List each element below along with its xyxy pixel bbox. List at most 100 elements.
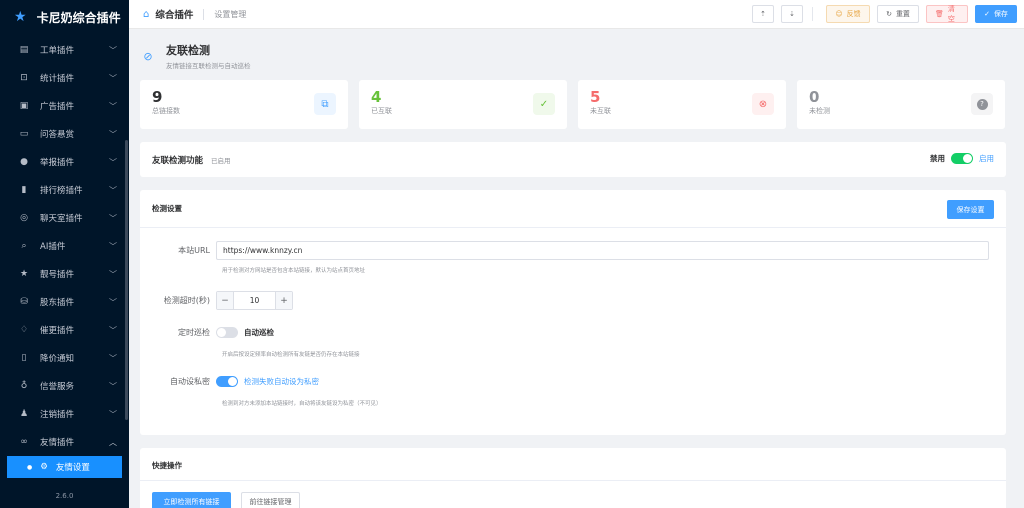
clear-button[interactable]: 🗑 清空 xyxy=(926,5,968,23)
patrol-help: 开启后按设定频率自动检测所有友链是否仍存在本站链接 xyxy=(222,352,360,358)
stat-card-linked: 4 已互联 ✓ xyxy=(359,80,567,129)
sidebar-item-label: 举报插件 xyxy=(40,158,75,168)
star-icon: ★ xyxy=(19,269,29,279)
stat-label: 总链接数 xyxy=(152,107,180,115)
detection-settings-card: 检测设置 保存设置 本站URL https://www.knnzy.cn 用于检… xyxy=(140,190,1006,435)
coins-icon: ⛁ xyxy=(20,297,28,307)
save-settings-button[interactable]: 保存设置 xyxy=(947,200,994,219)
auto-private-switch[interactable] xyxy=(216,376,238,387)
enable-label[interactable]: 启用 xyxy=(979,153,994,164)
page-subtitle: 友情链接互联检测与自动巡检 xyxy=(166,62,251,70)
page-title: 友联检测 xyxy=(166,44,210,57)
sidebar-item[interactable]: ▯ 降价通知 ﹀ xyxy=(0,344,129,372)
check-icon: ✓ xyxy=(984,10,990,18)
sidebar-item-label: 统计插件 xyxy=(40,74,75,84)
export-button[interactable]: ⇣ xyxy=(781,5,803,23)
auto-patrol-switch[interactable] xyxy=(216,327,238,338)
sidebar-item[interactable]: ♁ 信誉服务 ﹀ xyxy=(0,372,129,400)
sidebar-item[interactable]: ♟ 注销插件 ﹀ xyxy=(0,400,129,428)
reset-label: 重置 xyxy=(895,10,910,18)
toolbar-divider xyxy=(812,7,813,21)
chevron-up-icon: ︿ xyxy=(109,437,117,447)
sidebar-item-label: 排行榜插件 xyxy=(40,186,83,196)
auto-patrol-label: 自动巡检 xyxy=(244,328,274,337)
divider xyxy=(140,480,1006,481)
quick-actions-title: 快捷操作 xyxy=(152,461,182,470)
sidebar-menu: ▤ 工单插件 ﹀ ⊡ 统计插件 ﹀ ▣ 广告插件 ﹀ ▭ 问答悬赏 ﹀ ● 举报插件 ﹀ ▮ 排行榜插件 ﹀ ◎ 聊天… xyxy=(0,36,129,456)
sidebar-item-label: 股东插件 xyxy=(40,298,75,308)
sidebar-item-label: 工单插件 xyxy=(40,46,75,56)
sidebar-item-label: 问答悬赏 xyxy=(40,130,75,140)
sidebar-item[interactable]: ▭ 问答悬赏 ﹀ xyxy=(0,120,129,148)
goto-link-manage-button[interactable]: 前往链接管理 xyxy=(241,492,300,508)
download-icon: ⇣ xyxy=(789,10,795,18)
sidebar-item[interactable]: ▤ 工单插件 ﹀ xyxy=(0,36,129,64)
timeout-value[interactable]: 10 xyxy=(234,296,275,305)
sidebar-item[interactable]: ♢ 催更插件 ﹀ xyxy=(0,316,129,344)
stat-label: 未互联 xyxy=(590,107,611,115)
image-icon: ▣ xyxy=(19,101,29,111)
sidebar-item-label: 信誉服务 xyxy=(40,382,75,392)
save-label: 保存 xyxy=(993,10,1008,18)
link-icon: ∞ xyxy=(20,437,28,447)
sidebar-item[interactable]: ⌕ AI插件 ﹀ xyxy=(0,232,129,260)
import-button[interactable]: ⇡ xyxy=(752,5,774,23)
chevron-down-icon: ﹀ xyxy=(109,269,117,279)
clear-label: 清空 xyxy=(947,5,955,23)
chevron-down-icon: ﹀ xyxy=(109,185,117,195)
feedback-icon: ☺ xyxy=(835,10,843,18)
stats-row: 9 总链接数 ⧉ 4 已互联 ✓ 5 未互联 ⊗ 0 未检测 ? xyxy=(140,80,1005,129)
sidebar-item[interactable]: ⊡ 统计插件 ﹀ xyxy=(0,64,129,92)
brand-name: 卡尼奶综合插件 xyxy=(36,10,121,25)
stat-card-unlinked: 5 未互联 ⊗ xyxy=(578,80,786,129)
settings-header: 检测设置 保存设置 xyxy=(140,190,1006,228)
feature-enable-switch[interactable] xyxy=(951,153,973,164)
feature-title: 友联检测功能 xyxy=(152,155,204,166)
sidebar-item[interactable]: ▣ 广告插件 ﹀ xyxy=(0,92,129,120)
sidebar-item[interactable]: ● 举报插件 ﹀ xyxy=(0,148,129,176)
patrol-label: 定时巡检 xyxy=(178,328,210,337)
site-url-input[interactable]: https://www.knnzy.cn xyxy=(216,241,989,260)
settings-icon: ⚙ xyxy=(40,462,48,472)
breadcrumb-subtitle: 设置管理 xyxy=(214,9,247,19)
reset-button[interactable]: ↻ 重置 xyxy=(877,5,919,23)
sidebar-item[interactable]: ▮ 排行榜插件 ﹀ xyxy=(0,176,129,204)
brand[interactable]: ★ 卡尼奶综合插件 xyxy=(0,0,129,34)
stat-value: 0 xyxy=(809,88,820,106)
stat-card-total: 9 总链接数 ⧉ xyxy=(140,80,348,129)
user-icon: ♟ xyxy=(19,409,29,419)
save-button[interactable]: ✓ 保存 xyxy=(975,5,1017,23)
disable-label[interactable]: 禁用 xyxy=(930,153,945,164)
bell-icon: ♢ xyxy=(19,325,29,335)
sidebar-item[interactable]: ★ 靓号插件 ﹀ xyxy=(0,260,129,288)
breadcrumb-title[interactable]: 综合插件 xyxy=(155,7,193,21)
switch-knob xyxy=(217,328,226,337)
main-content: ⊘ 友联检测 友情链接互联检测与自动巡检 9 总链接数 ⧉ 4 已互联 ✓ 5 … xyxy=(129,29,1024,508)
ticket-icon: ▤ xyxy=(19,45,29,55)
sidebar-item[interactable]: ◎ 聊天室插件 ﹀ xyxy=(0,204,129,232)
increment-button[interactable]: + xyxy=(275,292,292,309)
sidebar-item[interactable]: ⛁ 股东插件 ﹀ xyxy=(0,288,129,316)
sidebar-subitem-friend-settings[interactable]: ● ⚙ 友情设置 xyxy=(7,456,122,478)
stat-value: 4 xyxy=(371,88,382,106)
chevron-down-icon: ﹀ xyxy=(109,73,117,83)
decrement-button[interactable]: − xyxy=(217,292,234,309)
check-circle-icon: ✓ xyxy=(533,93,555,115)
stat-label: 未检测 xyxy=(809,107,830,115)
check-all-links-button[interactable]: 立即检测所有链接 xyxy=(152,492,231,508)
phone-icon: ▯ xyxy=(21,353,27,363)
auto-private-switch-label: 检测失败自动设为私密 xyxy=(244,377,319,386)
chevron-down-icon: ﹀ xyxy=(109,213,117,223)
home-icon[interactable]: ⌂ xyxy=(143,9,149,20)
sidebar-item[interactable]: ∞ 友情插件 ︿ xyxy=(0,428,129,456)
sidebar-item-label: AI插件 xyxy=(40,242,66,252)
x-circle-icon: ⊗ xyxy=(752,93,774,115)
chat-bubble-icon: ◎ xyxy=(20,213,28,223)
feedback-button[interactable]: ☺ 反馈 xyxy=(826,5,870,23)
chevron-down-icon: ﹀ xyxy=(109,381,117,391)
chevron-down-icon: ﹀ xyxy=(109,157,117,167)
stat-value: 9 xyxy=(152,88,163,106)
star-icon: ★ xyxy=(14,9,27,25)
sidebar-scrollbar[interactable] xyxy=(125,140,128,420)
sidebar-item-label: 友情插件 xyxy=(40,438,75,448)
